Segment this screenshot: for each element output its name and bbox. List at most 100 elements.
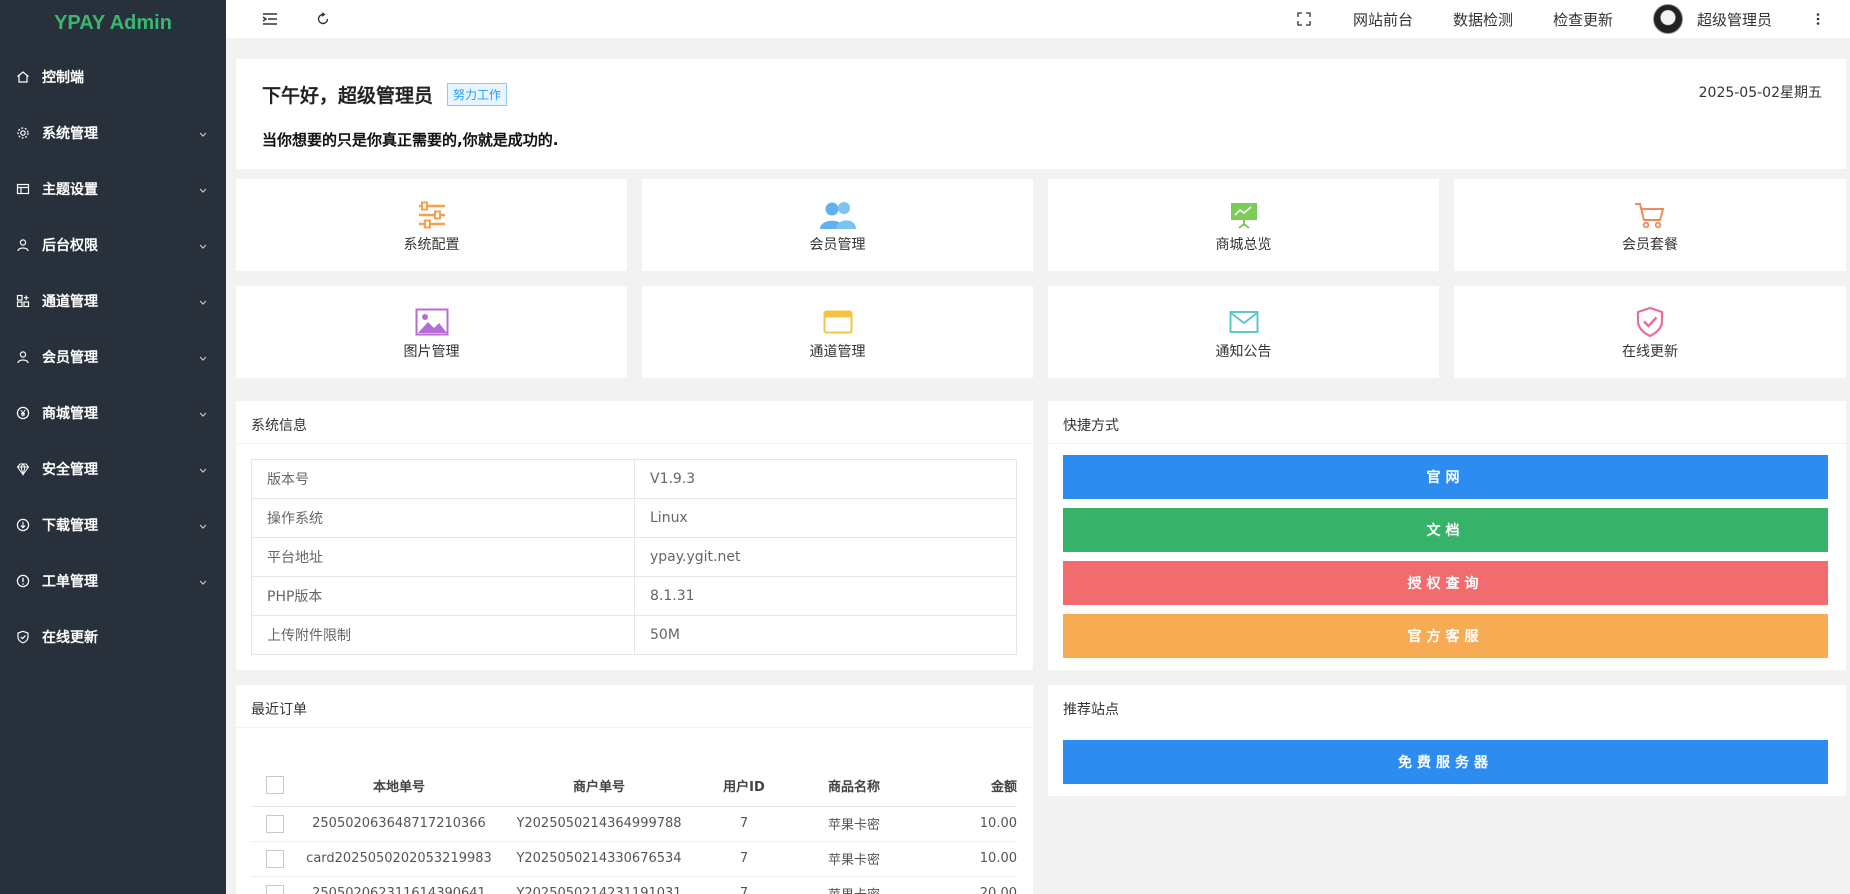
- docs-button[interactable]: 文档: [1063, 508, 1828, 552]
- row-checkbox-cell: [251, 806, 299, 842]
- app-logo[interactable]: YPAY Admin: [0, 0, 226, 46]
- local-order-no: card2025050202053219983: [299, 841, 499, 877]
- sidebar-item-members[interactable]: 会员管理: [0, 329, 226, 385]
- official-site-button[interactable]: 官网: [1063, 455, 1828, 499]
- info-key: 平台地址: [251, 537, 635, 577]
- shortcuts-card: 快捷方式 官网 文档 授权查询 官方客服: [1048, 401, 1846, 670]
- tile-notices[interactable]: 通知公告: [1048, 286, 1439, 378]
- license-query-button[interactable]: 授权查询: [1063, 561, 1828, 605]
- amount: 10.00: [919, 806, 1017, 842]
- sidebar-item-channels[interactable]: 通道管理: [0, 273, 226, 329]
- sidebar-item-label: 控制端: [42, 70, 84, 86]
- tile-label: 系统配置: [403, 237, 460, 253]
- table-row: 版本号 V1.9.3: [251, 459, 1017, 499]
- row-checkbox-cell: [251, 876, 299, 894]
- local-order-no: 250502063648717210366: [299, 806, 499, 842]
- row-checkbox[interactable]: [266, 849, 284, 868]
- sidebar-item-online-update[interactable]: 在线更新: [0, 609, 226, 665]
- sidebar-item-label: 下载管理: [42, 518, 98, 534]
- local-order-no: 250502062311614390641: [299, 876, 499, 894]
- tile-shop-overview[interactable]: 商城总览: [1048, 179, 1439, 271]
- card-divider: [236, 727, 1033, 728]
- sidebar-item-security[interactable]: 安全管理: [0, 441, 226, 497]
- gear-icon: [16, 126, 30, 140]
- info-value: ypay.ygit.net: [634, 537, 1017, 577]
- user-id: 7: [699, 876, 789, 894]
- table-row[interactable]: 250502063648717210366 Y20250502143649997…: [251, 806, 1017, 842]
- recommended-sites-card: 推荐站点 免费服务器: [1048, 685, 1846, 796]
- user-menu[interactable]: 超级管理员: [1653, 0, 1772, 38]
- apps-icon: [16, 294, 30, 308]
- sidebar: YPAY Admin 控制端 系统管理 主题设置 后台权限 通道管理 会员管理 …: [0, 0, 226, 894]
- sidebar-item-tickets[interactable]: 工单管理: [0, 553, 226, 609]
- column-header[interactable]: 商品名称: [789, 765, 919, 807]
- welcome-title: 下午好，超级管理员 努力工作: [262, 81, 508, 108]
- yen-icon: [16, 406, 30, 420]
- official-support-button[interactable]: 官方客服: [1063, 614, 1828, 658]
- table-header-row: 本地单号 商户单号 用户ID 商品名称 金额: [251, 765, 1017, 807]
- diamond-icon: [16, 462, 30, 476]
- tile-member-management[interactable]: 会员管理: [642, 179, 1033, 271]
- sidebar-item-dashboard[interactable]: 控制端: [0, 49, 226, 105]
- tile-online-update[interactable]: 在线更新: [1454, 286, 1846, 378]
- tile-member-plans[interactable]: 会员套餐: [1454, 179, 1846, 271]
- shield-check-icon: [1630, 306, 1670, 338]
- table-row: 上传附件限制 50M: [251, 615, 1017, 655]
- card-title: 最近订单: [251, 702, 307, 718]
- sliders-icon: [412, 199, 452, 231]
- row-checkbox[interactable]: [266, 884, 284, 894]
- column-header[interactable]: 商户单号: [499, 765, 699, 807]
- status-badge: 努力工作: [447, 83, 508, 106]
- chevron-down-icon: [198, 575, 208, 591]
- sidebar-item-theme[interactable]: 主题设置: [0, 161, 226, 217]
- data-check-link[interactable]: 数据检测: [1453, 0, 1513, 38]
- welcome-card: 下午好，超级管理员 努力工作 当你想要的只是你真正需要的,你就是成功的. 202…: [236, 59, 1846, 169]
- current-date: 2025-05-02星期五: [1698, 85, 1822, 101]
- tile-channel-management[interactable]: 通道管理: [642, 286, 1033, 378]
- column-header[interactable]: 用户ID: [699, 765, 789, 807]
- users-icon: [818, 199, 858, 231]
- fullscreen-icon[interactable]: [1297, 0, 1311, 38]
- user-icon: [16, 238, 30, 252]
- avatar: [1653, 4, 1683, 34]
- info-key: 上传附件限制: [251, 615, 635, 655]
- card-icon: [818, 306, 858, 338]
- free-server-button[interactable]: 免费服务器: [1063, 740, 1828, 784]
- username: 超级管理员: [1697, 10, 1773, 29]
- tile-label: 图片管理: [403, 344, 460, 360]
- mail-icon: [1224, 306, 1264, 338]
- column-header[interactable]: 本地单号: [299, 765, 499, 807]
- sidebar-item-label: 后台权限: [42, 238, 98, 254]
- merchant-order-no: Y2025050214330676534: [499, 841, 699, 877]
- refresh-icon[interactable]: [316, 0, 330, 38]
- sidebar-item-admin-permissions[interactable]: 后台权限: [0, 217, 226, 273]
- column-header[interactable]: 金额: [919, 765, 1017, 807]
- menu-toggle-icon[interactable]: [262, 0, 278, 38]
- info-value: V1.9.3: [634, 459, 1017, 499]
- sidebar-item-system[interactable]: 系统管理: [0, 105, 226, 161]
- tile-system-config[interactable]: 系统配置: [236, 179, 627, 271]
- product-name: 苹果卡密: [789, 876, 919, 894]
- sidebar-item-label: 通道管理: [42, 294, 98, 310]
- table-row[interactable]: card2025050202053219983 Y202505021433067…: [251, 841, 1017, 877]
- table-row[interactable]: 250502062311614390641 Y20250502142311910…: [251, 876, 1017, 894]
- card-divider: [236, 443, 1033, 444]
- select-all-checkbox[interactable]: [266, 776, 284, 795]
- user-id: 7: [699, 806, 789, 842]
- merchant-order-no: Y2025050214364999788: [499, 806, 699, 842]
- more-vertical-icon[interactable]: [1816, 0, 1820, 38]
- presentation-icon: [1224, 199, 1264, 231]
- sidebar-item-shop[interactable]: 商城管理: [0, 385, 226, 441]
- table-row: 操作系统 Linux: [251, 498, 1017, 538]
- check-update-link[interactable]: 检查更新: [1553, 0, 1613, 38]
- tile-label: 会员套餐: [1622, 237, 1678, 253]
- sidebar-item-label: 在线更新: [42, 630, 98, 646]
- tile-image-management[interactable]: 图片管理: [236, 286, 627, 378]
- product-name: 苹果卡密: [789, 806, 919, 842]
- sidebar-item-downloads[interactable]: 下载管理: [0, 497, 226, 553]
- system-info-table: 版本号 V1.9.3 操作系统 Linux 平台地址 ypay.ygit.net PH…: [251, 459, 1017, 655]
- sidebar-item-label: 安全管理: [42, 462, 98, 478]
- row-checkbox[interactable]: [266, 814, 284, 833]
- system-info-card: 系统信息 版本号 V1.9.3 操作系统 Linux 平台地址 ypay.ygit.n…: [236, 401, 1033, 670]
- site-frontend-link[interactable]: 网站前台: [1353, 0, 1413, 38]
